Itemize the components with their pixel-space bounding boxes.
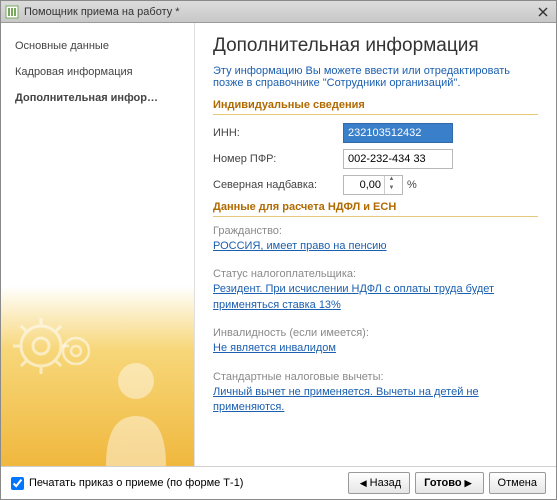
intro-text: Эту информацию Вы можете ввести или отре… (213, 65, 538, 89)
section-ndfl: Данные для расчета НДФЛ и ЕСН (213, 201, 538, 217)
print-order-checkbox[interactable] (11, 477, 24, 490)
sidebar-item-hr[interactable]: Кадровая информация (1, 59, 194, 85)
pfr-label: Номер ПФР: (213, 153, 343, 165)
arrow-left-icon: ◀ (360, 478, 367, 489)
done-button[interactable]: Готово▶ (415, 472, 483, 494)
sidebar: Основные данные Кадровая информация Допо… (1, 23, 195, 466)
sidebar-item-basic[interactable]: Основные данные (1, 33, 194, 59)
north-allowance-input[interactable] (344, 179, 384, 191)
cancel-button[interactable]: Отмена (489, 472, 546, 494)
tax-status-label: Статус налогоплательщика: (213, 268, 538, 280)
person-icon (86, 356, 186, 466)
citizenship-link[interactable]: РОССИЯ, имеет право на пенсию (213, 239, 387, 254)
percent-sign: % (407, 179, 417, 191)
north-label: Северная надбавка: (213, 179, 343, 191)
title-bar: Помощник приема на работу * (1, 1, 556, 23)
spin-up-icon[interactable]: ▲ (385, 176, 398, 185)
inn-input[interactable] (343, 123, 453, 143)
spin-down-icon[interactable]: ▼ (385, 185, 398, 194)
disability-link[interactable]: Не является инвалидом (213, 341, 336, 356)
citizenship-label: Гражданство: (213, 225, 538, 237)
app-icon (5, 5, 19, 19)
section-individual: Индивидуальные сведения (213, 99, 538, 115)
print-order-row[interactable]: Печатать приказ о приеме (по форме Т-1) (11, 477, 343, 490)
back-button[interactable]: ◀Назад (348, 472, 410, 494)
sidebar-item-additional[interactable]: Дополнительная инфор… (1, 85, 194, 111)
pfr-input[interactable] (343, 149, 453, 169)
north-allowance-stepper[interactable]: ▲ ▼ (343, 175, 403, 195)
tax-status-link[interactable]: Резидент. При исчислении НДФЛ с оплаты т… (213, 282, 538, 313)
close-button[interactable] (534, 4, 552, 20)
page-title: Дополнительная информация (213, 35, 538, 57)
deductions-label: Стандартные налоговые вычеты: (213, 371, 538, 383)
deductions-link[interactable]: Личный вычет не применяется. Вычеты на д… (213, 385, 538, 416)
inn-label: ИНН: (213, 127, 343, 139)
sidebar-decoration (1, 286, 194, 466)
print-order-label: Печатать приказ о приеме (по форме Т-1) (29, 477, 243, 489)
arrow-right-icon: ▶ (465, 478, 472, 489)
footer: Печатать приказ о приеме (по форме Т-1) … (1, 466, 556, 499)
disability-label: Инвалидность (если имеется): (213, 327, 538, 339)
main-content: Дополнительная информация Эту информацию… (195, 23, 556, 466)
window-title: Помощник приема на работу * (24, 6, 534, 18)
